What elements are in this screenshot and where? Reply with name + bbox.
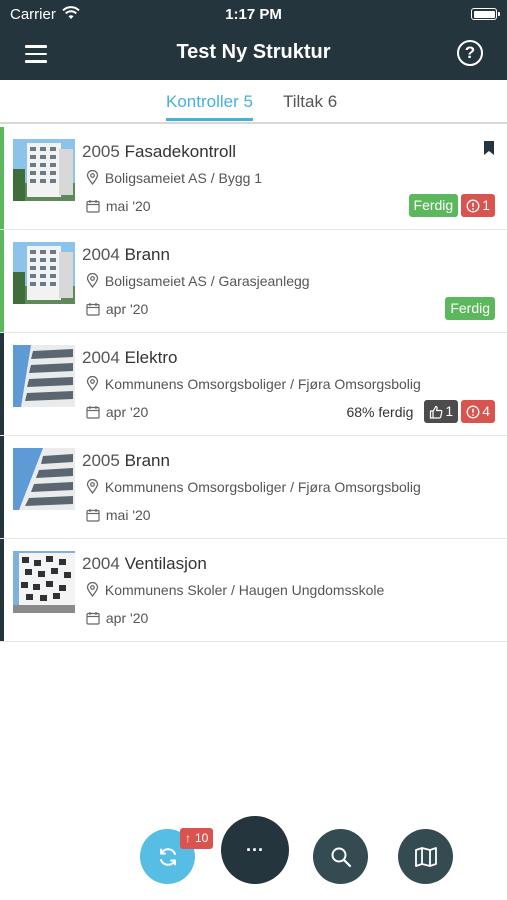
item-date-text: mai '20 bbox=[105, 507, 151, 523]
upload-arrow-icon: ↑ bbox=[185, 831, 191, 845]
item-date: mai '20 bbox=[86, 198, 151, 214]
thumbs-up-icon bbox=[430, 405, 443, 419]
issue-count: 4 bbox=[482, 403, 490, 419]
clock: 1:17 PM bbox=[225, 6, 282, 23]
issue-count: 1 bbox=[482, 197, 490, 213]
item-location: Boligsameiet AS / Bygg 1 bbox=[86, 169, 263, 186]
item-badges: Ferdig 1 bbox=[408, 194, 495, 217]
item-location: Boligsameiet AS / Garasjeanlegg bbox=[86, 272, 310, 289]
item-year: 2005 bbox=[82, 142, 120, 161]
item-title: 2004 Ventilasjon bbox=[82, 554, 207, 574]
tab-kontroller[interactable]: Kontroller 5 bbox=[166, 92, 253, 121]
item-location-text: Kommunens Skoler / Haugen Ungdomsskole bbox=[104, 582, 385, 598]
status-bar-indicator bbox=[0, 127, 4, 229]
calendar-icon bbox=[86, 406, 100, 419]
item-date: apr '20 bbox=[86, 301, 148, 317]
location-pin-icon bbox=[86, 478, 99, 495]
building-thumbnail bbox=[13, 551, 75, 613]
location-pin-icon bbox=[86, 375, 99, 392]
item-name: Elektro bbox=[124, 348, 178, 367]
item-date-text: mai '20 bbox=[105, 198, 151, 214]
item-location-text: Boligsameiet AS / Bygg 1 bbox=[104, 170, 263, 186]
item-title: 2004 Elektro bbox=[82, 348, 177, 368]
list-item[interactable]: 2004 Brann Boligsameiet AS / Garasjeanle… bbox=[0, 230, 507, 333]
search-button[interactable] bbox=[313, 829, 368, 884]
calendar-icon bbox=[86, 612, 100, 625]
location-pin-icon bbox=[86, 169, 99, 186]
status-badge: Ferdig bbox=[445, 297, 495, 320]
calendar-icon bbox=[86, 200, 100, 213]
item-date-text: apr '20 bbox=[105, 610, 149, 626]
item-name: Ventilasjon bbox=[124, 554, 207, 573]
item-date: apr '20 bbox=[86, 610, 148, 626]
more-button[interactable]: ··· bbox=[221, 816, 289, 884]
tab-tiltak[interactable]: Tiltak 6 bbox=[283, 92, 337, 112]
calendar-icon bbox=[86, 509, 100, 522]
item-location-text: Kommunens Omsorgsboliger / Fjøra Omsorgs… bbox=[104, 376, 421, 392]
issue-badge: 4 bbox=[461, 400, 495, 423]
inspection-list: 2005 Fasadekontroll Boligsameiet AS / By… bbox=[0, 127, 507, 642]
list-item[interactable]: 2005 Brann Kommunens Omsorgsboliger / Fj… bbox=[0, 436, 507, 539]
item-year: 2005 bbox=[82, 451, 120, 470]
item-location: Kommunens Omsorgsboliger / Fjøra Omsorgs… bbox=[86, 375, 421, 392]
item-name: Fasadekontroll bbox=[124, 142, 237, 161]
item-date: mai '20 bbox=[86, 507, 151, 523]
list-item[interactable]: 2004 Elektro Kommunens Omsorgsboliger / … bbox=[0, 333, 507, 436]
page-title: Test Ny Struktur bbox=[176, 41, 331, 63]
item-year: 2004 bbox=[82, 554, 120, 573]
calendar-icon bbox=[86, 303, 100, 316]
likes-count: 1 bbox=[445, 403, 454, 419]
bookmark-icon[interactable] bbox=[483, 140, 495, 156]
nav-bar: Test Ny Struktur ? bbox=[0, 28, 507, 80]
item-location: Kommunens Skoler / Haugen Ungdomsskole bbox=[86, 581, 385, 598]
item-date-text: apr '20 bbox=[105, 301, 149, 317]
upload-count-badge: ↑ 10 bbox=[180, 828, 214, 849]
status-bar-indicator bbox=[0, 230, 4, 332]
list-item[interactable]: 2005 Fasadekontroll Boligsameiet AS / By… bbox=[0, 127, 507, 230]
status-bar-indicator bbox=[0, 333, 4, 435]
location-pin-icon bbox=[86, 272, 99, 289]
status-bar: Carrier 1:17 PM bbox=[0, 0, 507, 28]
building-thumbnail bbox=[13, 139, 75, 201]
item-badges: 68% ferdig 1 4 bbox=[346, 400, 495, 423]
sync-icon bbox=[159, 847, 176, 866]
more-icon: ··· bbox=[246, 839, 264, 860]
map-icon bbox=[414, 846, 437, 867]
status-bar-indicator bbox=[0, 539, 4, 641]
likes-badge: 1 bbox=[424, 400, 459, 423]
alert-icon bbox=[466, 405, 480, 419]
item-date: apr '20 bbox=[86, 404, 148, 420]
issue-badge: 1 bbox=[461, 194, 495, 217]
building-thumbnail bbox=[13, 448, 75, 510]
item-title: 2005 Brann bbox=[82, 451, 170, 471]
item-title: 2004 Brann bbox=[82, 245, 170, 265]
help-icon[interactable]: ? bbox=[457, 40, 483, 66]
upload-count: 10 bbox=[195, 831, 209, 845]
item-name: Brann bbox=[124, 245, 170, 264]
list-item[interactable]: 2004 Ventilasjon Kommunens Skoler / Haug… bbox=[0, 539, 507, 642]
progress-text: 68% ferdig bbox=[346, 403, 414, 420]
item-date-text: apr '20 bbox=[105, 404, 149, 420]
search-icon bbox=[331, 847, 351, 867]
item-name: Brann bbox=[124, 451, 170, 470]
status-bar-indicator bbox=[0, 436, 4, 538]
item-location: Kommunens Omsorgsboliger / Fjøra Omsorgs… bbox=[86, 478, 421, 495]
building-thumbnail bbox=[13, 242, 75, 304]
item-title: 2005 Fasadekontroll bbox=[82, 142, 236, 162]
building-thumbnail bbox=[13, 345, 75, 407]
location-pin-icon bbox=[86, 581, 99, 598]
status-badge: Ferdig bbox=[408, 194, 459, 217]
item-year: 2004 bbox=[82, 245, 120, 264]
alert-icon bbox=[466, 199, 480, 213]
item-year: 2004 bbox=[82, 348, 120, 367]
tab-bar: Kontroller 5 Tiltak 6 bbox=[0, 80, 507, 124]
item-location-text: Boligsameiet AS / Garasjeanlegg bbox=[104, 273, 310, 289]
item-badges: Ferdig bbox=[445, 297, 495, 320]
item-location-text: Kommunens Omsorgsboliger / Fjøra Omsorgs… bbox=[104, 479, 421, 495]
battery-icon bbox=[471, 8, 500, 20]
map-button[interactable] bbox=[398, 829, 453, 884]
